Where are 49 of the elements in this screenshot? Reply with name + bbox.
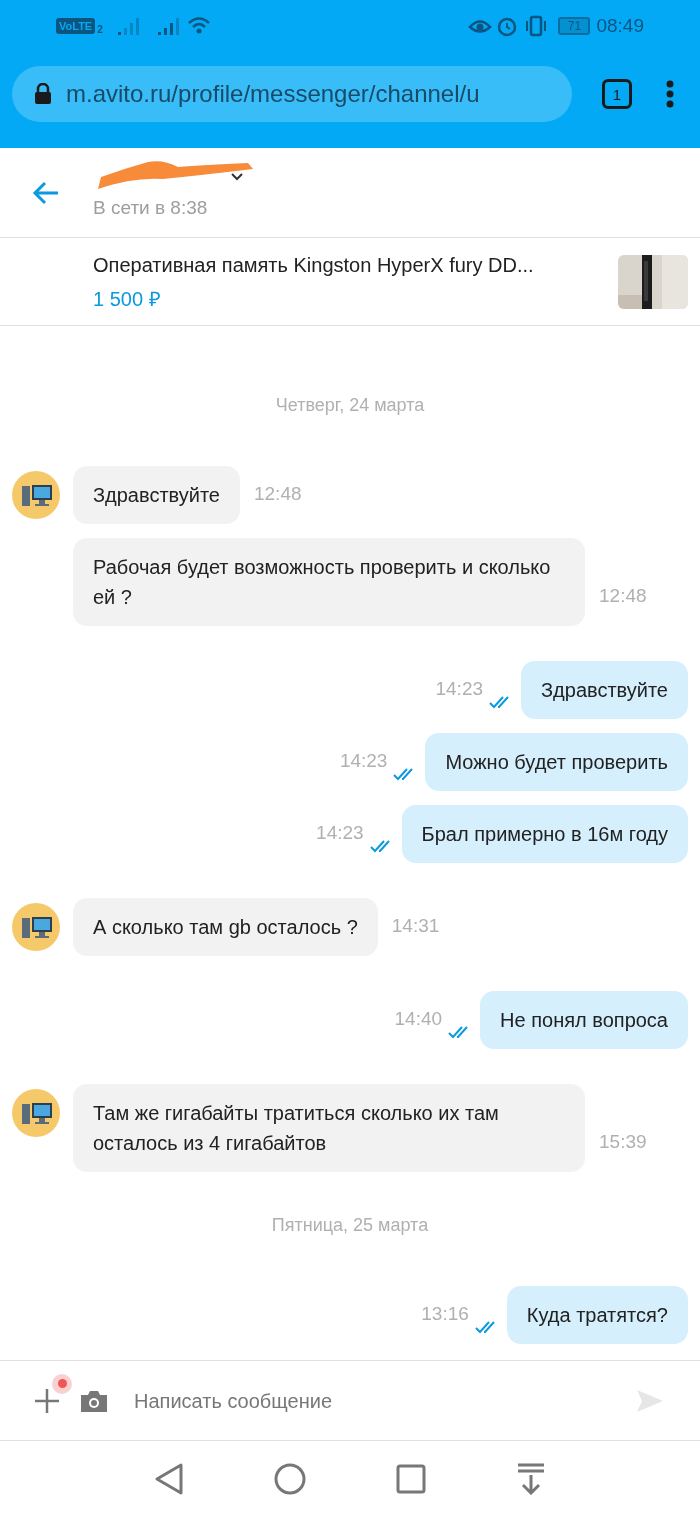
message-bubble: Можно будет проверить	[425, 733, 688, 791]
message-time: 14:23	[339, 748, 388, 773]
message-bubble: А сколько там gb осталось ?	[73, 898, 378, 956]
signal-icon	[116, 16, 141, 36]
signal-icon	[156, 16, 181, 36]
message-bubble: Не понял вопроса	[480, 991, 688, 1049]
listing-card[interactable]: Оперативная память Kingston HyperX fury DD... 1 500 ₽	[0, 238, 700, 326]
sim-number: 2	[97, 22, 103, 37]
volte-icon: VoLTE	[56, 18, 96, 34]
message-time: 14:23	[435, 676, 483, 701]
message-time: 14:40	[394, 1006, 443, 1031]
message-time: 12:48	[599, 583, 647, 608]
listing-price: 1 500 ₽	[93, 286, 162, 312]
plus-icon[interactable]	[34, 1387, 60, 1414]
message-time: 12:48	[254, 481, 302, 506]
battery-icon: 71	[558, 17, 591, 35]
message-bubble: Куда тратятся?	[506, 1286, 688, 1344]
camera-icon[interactable]	[80, 1388, 108, 1413]
url-field[interactable]: m.avito.ru/profile/messenger/channel/u	[12, 66, 572, 122]
message-bubble: Брал примерно в 16м году	[401, 805, 688, 863]
clock-time: 08:49	[596, 13, 644, 38]
avatar-computer-icon	[12, 1089, 60, 1137]
date-separator: Четверг, 24 марта	[275, 394, 425, 417]
message-time: 15:39	[599, 1129, 647, 1154]
listing-title: Оперативная память Kingston HyperX fury DD...	[93, 252, 535, 278]
back-nav-icon[interactable]	[154, 1463, 184, 1495]
message-time: 14:31	[391, 913, 440, 938]
tab-count-button[interactable]: 1	[602, 79, 632, 109]
avatar-computer-icon	[12, 471, 60, 519]
back-arrow-icon[interactable]	[32, 180, 60, 205]
message-bubble: Там же гигабайты тратиться сколько их там осталось из 4 гигабайтов	[73, 1084, 585, 1172]
alarm-icon	[496, 15, 519, 37]
lock-icon	[34, 83, 52, 105]
recents-nav-icon[interactable]	[396, 1464, 426, 1494]
message-input[interactable]: Написать сообщение	[134, 1385, 636, 1416]
vibrate-icon	[524, 15, 549, 37]
message-bubble: Здравствуйте	[73, 466, 240, 524]
message-time: 14:23	[316, 820, 364, 845]
message-bubble: Рабочая будет возможность проверить и сколько ей ?	[73, 538, 585, 626]
online-status: В сети в 8:38	[93, 196, 209, 221]
wifi-icon	[186, 16, 211, 36]
date-separator: Пятница, 25 марта	[271, 1214, 429, 1237]
chevron-down-icon	[230, 172, 244, 183]
message-bubble: Здравствуйте	[521, 661, 688, 719]
notification-pull-icon[interactable]	[516, 1463, 546, 1495]
avatar-computer-icon	[12, 903, 60, 951]
home-nav-icon[interactable]	[274, 1463, 306, 1495]
message-time: 13:16	[421, 1301, 469, 1326]
more-menu-icon[interactable]	[666, 80, 674, 108]
